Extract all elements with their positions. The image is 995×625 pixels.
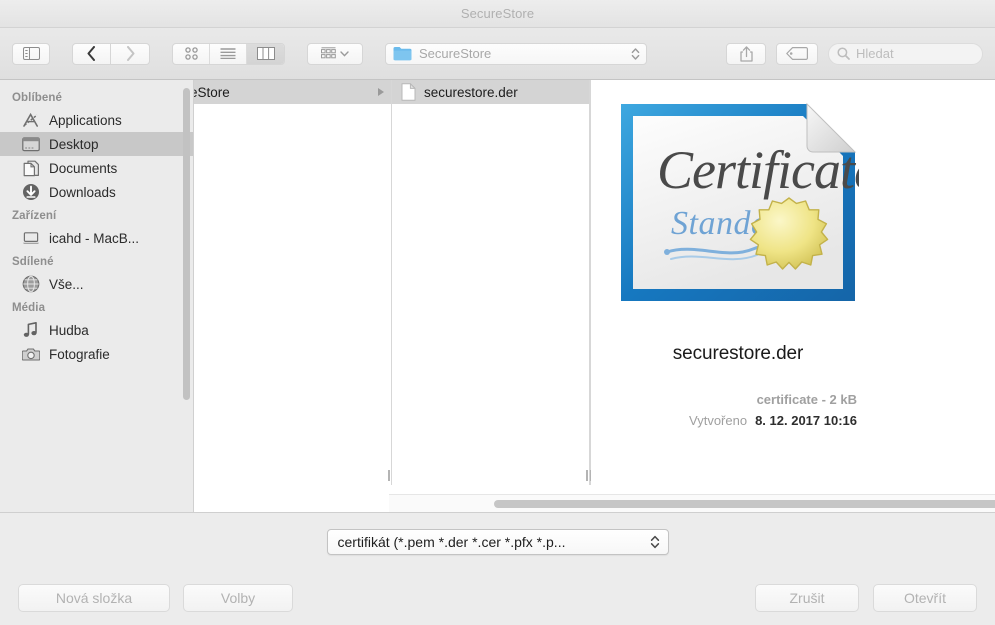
svg-text:Certificate: Certificate [657, 140, 859, 200]
list-view-icon [220, 48, 236, 59]
up-down-chevron-icon [631, 47, 640, 61]
chevron-left-icon [87, 46, 95, 61]
share-icon [739, 45, 753, 62]
column-2: securestore.der [392, 80, 593, 485]
sidebar: Oblíbené Applications Desktop Documents … [0, 80, 194, 512]
preview-created-label: Vytvořeno [689, 413, 748, 428]
disclosure-triangle-icon [378, 88, 384, 96]
sidebar-item-label: Fotografie [49, 346, 110, 362]
forward-button[interactable] [111, 42, 150, 65]
search-input[interactable]: Hledat [856, 46, 894, 61]
folder-icon [393, 47, 412, 61]
column-row-securestore-der[interactable]: securestore.der [392, 80, 589, 104]
title-bar[interactable]: SecureStore [0, 0, 995, 28]
sidebar-scrollbar[interactable] [183, 88, 190, 400]
dialog-footer: Nová složka Volby Zrušit Otevřít [0, 570, 995, 625]
sidebar-item-fotografie[interactable]: Fotografie [0, 342, 193, 366]
documents-icon [22, 160, 40, 177]
applications-icon [22, 112, 40, 129]
preview-pane: Certificate Standard securestore.der cer… [590, 80, 885, 485]
sidebar-section-header-shared: Sdílené [12, 256, 54, 268]
column-row-label: eStore [194, 84, 230, 100]
horizontal-scrollbar[interactable] [389, 494, 995, 512]
window-title: SecureStore [460, 6, 535, 21]
chevron-down-icon [340, 50, 349, 57]
footer-right-buttons: Zrušit Otevřít [755, 583, 977, 612]
path-popup-button[interactable]: SecureStore [385, 42, 647, 65]
sidebar-item-label: Vše... [49, 276, 84, 292]
sidebar-item-desktop[interactable]: Desktop [0, 132, 193, 156]
downloads-icon [22, 184, 40, 201]
file-type-filter-bar: certifikát (*.pem *.der *.cer *.pfx *.p.… [0, 512, 995, 570]
column-browser: eStore securestore.der [194, 80, 995, 512]
view-mode-icons-button[interactable] [173, 43, 210, 64]
sidebar-item-label: Desktop [49, 136, 99, 152]
search-icon [837, 47, 850, 60]
view-mode-list-button[interactable] [210, 43, 247, 64]
toolbar-right-group: Hledat [726, 42, 983, 65]
sidebar-toggle-button[interactable] [12, 42, 50, 65]
preview-created-value: 8. 12. 2017 10:16 [755, 413, 857, 428]
path-popup-label: SecureStore [419, 46, 492, 61]
file-open-dialog: SecureStore SecureStore Hledat Oblíbené … [0, 0, 995, 625]
view-mode-segmented-control [172, 42, 285, 65]
file-type-label: certifikát (*.pem *.der *.cer *.pfx *.p.… [337, 533, 566, 550]
sidebar-item-downloads[interactable]: Downloads [0, 180, 193, 204]
toolbar: SecureStore Hledat [0, 28, 995, 80]
sidebar-item-label: Downloads [49, 184, 116, 200]
tag-button[interactable] [776, 42, 818, 65]
column-view-icon [256, 47, 275, 60]
back-button[interactable] [72, 42, 111, 65]
camera-icon [22, 346, 40, 363]
preview-metadata: certificate - 2 kB Vytvořeno 8. 12. 2017… [591, 389, 885, 431]
sidebar-item-hudba[interactable]: Hudba [0, 318, 193, 342]
arrange-by-button[interactable] [307, 42, 363, 65]
icon-view-icon [184, 47, 198, 60]
preview-filename: securestore.der [672, 343, 804, 364]
sidebar-section-header-media: Média [12, 302, 46, 314]
sidebar-item-label: Documents [49, 160, 118, 176]
arrange-by-icon [321, 47, 336, 59]
music-note-icon [22, 322, 40, 339]
desktop-icon [22, 136, 40, 153]
share-button[interactable] [726, 42, 766, 65]
laptop-icon [22, 230, 40, 247]
column-1: eStore [194, 80, 393, 485]
sidebar-item-label: Hudba [49, 322, 89, 338]
preview-kind-size: certificate - 2 kB [756, 392, 857, 407]
open-button[interactable]: Otevřít [873, 583, 977, 612]
preview-created-row: Vytvořeno 8. 12. 2017 10:16 [591, 410, 857, 431]
cancel-button[interactable]: Zrušit [755, 583, 859, 612]
search-field[interactable]: Hledat [828, 42, 983, 65]
sidebar-item-all-shared[interactable]: Vše... [0, 272, 193, 296]
column-row-label: securestore.der [424, 84, 518, 100]
certificate-icon: Certificate Standard [617, 100, 878, 305]
preview-kind-size-row: certificate - 2 kB [591, 389, 857, 410]
column-row-securestore-folder[interactable]: eStore [194, 80, 391, 104]
up-down-chevron-icon [650, 534, 660, 550]
file-icon [401, 83, 416, 101]
file-type-popup-button[interactable]: certifikát (*.pem *.der *.cer *.pfx *.p.… [326, 528, 669, 555]
horizontal-scrollbar-thumb[interactable] [494, 499, 995, 508]
tag-icon [786, 47, 808, 60]
sidebar-section-header-favorites: Oblíbené [12, 92, 63, 104]
sidebar-item-label: icahd - MacB... [49, 230, 140, 246]
new-folder-button[interactable]: Nová složka [18, 583, 170, 612]
navigation-buttons [72, 42, 150, 65]
sidebar-item-applications[interactable]: Applications [0, 108, 193, 132]
network-globe-icon [22, 275, 40, 293]
column-resize-grip[interactable] [584, 469, 593, 481]
sidebar-item-icahd-macbook[interactable]: icahd - MacB... [0, 226, 193, 250]
options-button[interactable]: Volby [183, 583, 293, 612]
sidebar-toggle-icon [22, 47, 40, 60]
sidebar-item-documents[interactable]: Documents [0, 156, 193, 180]
chevron-right-icon [126, 46, 134, 61]
dialog-body: Oblíbené Applications Desktop Documents … [0, 80, 995, 512]
sidebar-item-label: Applications [49, 112, 122, 128]
sidebar-section-header-devices: Zařízení [12, 210, 57, 222]
view-mode-columns-button[interactable] [247, 43, 284, 64]
